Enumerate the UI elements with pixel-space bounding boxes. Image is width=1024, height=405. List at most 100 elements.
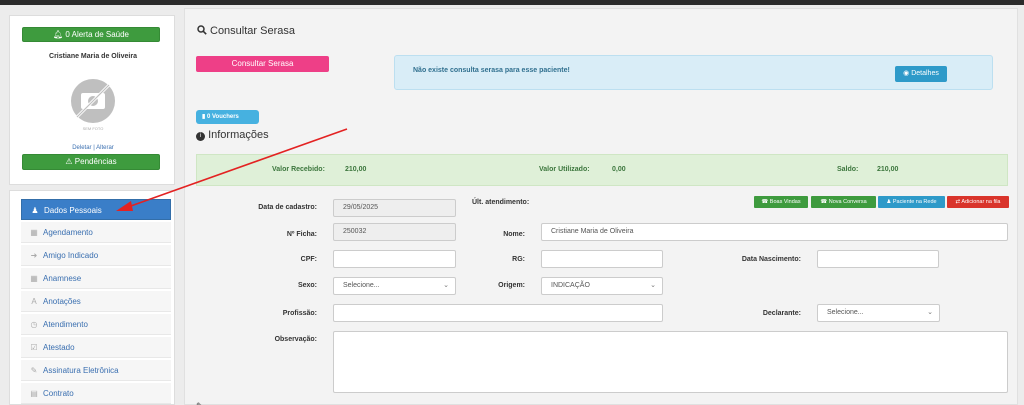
patient-network-label: Paciente na Rede <box>892 199 937 205</box>
welcome-whatsapp-button[interactable]: ☎ Boas Vindas <box>754 196 808 208</box>
balance-label: Saldo: <box>837 166 859 173</box>
pending-label: Pendências <box>74 157 117 166</box>
sexo-select[interactable]: Selecione... ⌄ <box>333 277 456 295</box>
add-queue-label: Adicionar na fila <box>961 199 1001 205</box>
sidebar-item-label: Atendimento <box>43 320 88 329</box>
ticket-icon: ▮ <box>202 114 206 120</box>
profissao-label: Profissão: <box>282 310 317 317</box>
font-icon: A <box>31 297 37 306</box>
declarante-label: Declarante: <box>762 310 801 317</box>
sidebar-item-assinatura[interactable]: ✎ Assinatura Eletrônica <box>21 360 171 381</box>
health-alert-button[interactable]: 🔔︎ 0 Alerta de Saúde <box>22 27 160 42</box>
new-conversation-button[interactable]: ☎ Nova Conversa <box>811 196 876 208</box>
link-separator: | <box>93 145 95 151</box>
warning-icon: ⚠ <box>65 157 73 166</box>
observacao-label: Observação: <box>274 336 317 343</box>
delete-photo-link[interactable]: Deletar <box>72 145 91 151</box>
chevron-down-icon: ⌄ <box>927 309 933 316</box>
details-label: Detalhes <box>911 70 939 77</box>
serasa-title: Consultar Serasa <box>197 25 295 37</box>
cadastro-date-field: 29/05/2025 <box>333 199 456 217</box>
eye-icon: ◉ <box>903 70 910 77</box>
birthdate-input[interactable] <box>817 250 939 268</box>
origem-select[interactable]: INDICAÇÃO ⌄ <box>541 277 663 295</box>
main-panel: Consultar Serasa Consultar Serasa Não ex… <box>184 8 1018 405</box>
sidebar-item-atendimento[interactable]: ◷ Atendimento <box>21 314 171 335</box>
info-title-text: Informações <box>208 129 269 141</box>
sidebar-item-contrato[interactable]: ▤ Contrato <box>21 383 171 404</box>
last-visit-label: Últ. atendimento: <box>472 199 530 206</box>
sexo-label: Sexo: <box>297 282 317 289</box>
origem-selected-value: INDICAÇÃO <box>551 282 590 289</box>
check-icon: ☑ <box>30 343 38 352</box>
sidebar-nav: ♟ Dados Pessoais ▦ Agendamento ➜ Amigo I… <box>9 190 175 405</box>
sidebar-item-label: Amigo Indicado <box>43 251 99 260</box>
change-photo-link[interactable]: Alterar <box>96 145 114 151</box>
sidebar-item-label: Atestado <box>43 343 75 352</box>
nome-label: Nome: <box>503 231 525 238</box>
profissao-input[interactable] <box>333 304 663 322</box>
rg-label: RG: <box>512 256 525 263</box>
declarante-select[interactable]: Selecione... ⌄ <box>817 304 940 322</box>
patient-name: Cristiane Maria de Oliveira <box>49 53 137 60</box>
exchange-icon: ⇄ <box>955 199 961 205</box>
welcome-label: Boas Vindas <box>769 199 801 205</box>
cpf-input[interactable] <box>333 250 456 268</box>
sidebar-item-anotacoes[interactable]: A Anotações <box>21 291 171 312</box>
birthdate-label: Data Nascimento: <box>741 256 801 263</box>
received-value: 210,00 <box>345 166 367 173</box>
cadastro-label: Data de cadastro: <box>258 204 317 211</box>
user-icon: ♟ <box>886 199 892 205</box>
avatar-caption: SEM FOTO <box>83 126 104 131</box>
sidebar-item-amigo-indicado[interactable]: ➜ Amigo Indicado <box>21 245 171 266</box>
sidebar-item-label: Assinatura Eletrônica <box>43 366 119 375</box>
add-queue-button[interactable]: ⇄ Adicionar na fila <box>947 196 1009 208</box>
clock-icon: ◷ <box>30 320 38 329</box>
sidebar-item-atestado[interactable]: ☑ Atestado <box>21 337 171 358</box>
rg-input[interactable] <box>541 250 663 268</box>
balance-value: 210,00 <box>877 166 899 173</box>
bell-icon: 🔔︎ <box>53 30 64 39</box>
chevron-down-icon: ⌄ <box>650 282 656 289</box>
received-label: Valor Recebido: <box>272 166 325 173</box>
grid-icon: ▦ <box>30 274 38 283</box>
observacao-textarea[interactable] <box>333 331 1008 393</box>
document-icon: ▤ <box>30 389 38 398</box>
sidebar-item-dados-pessoais[interactable]: ♟ Dados Pessoais <box>21 199 171 220</box>
financial-summary: Valor Recebido: 210,00 Valor Utilizado: … <box>196 154 1008 186</box>
share-icon: ➜ <box>30 251 38 260</box>
sexo-selected-value: Selecione... <box>343 282 380 289</box>
nome-input[interactable]: Cristiane Maria de Oliveira <box>541 223 1008 241</box>
sidebar-item-label: Agendamento <box>43 228 93 237</box>
pending-button[interactable]: ⚠ Pendências <box>22 154 160 170</box>
next-section-icon: ✎ <box>196 401 204 405</box>
new-conversation-label: Nova Conversa <box>828 199 867 205</box>
whatsapp-icon: ☎ <box>761 199 769 205</box>
ficha-field: 250032 <box>333 223 456 241</box>
consult-serasa-button[interactable]: Consultar Serasa <box>196 56 329 72</box>
patient-network-button[interactable]: ♟ Paciente na Rede <box>878 196 945 208</box>
info-circle-icon: i <box>196 132 205 141</box>
sidebar-item-anamnese[interactable]: ▦ Anamnese <box>21 268 171 289</box>
cpf-label: CPF: <box>300 256 317 263</box>
top-bar <box>0 0 1024 5</box>
search-icon <box>197 25 207 35</box>
sidebar-item-agendamento[interactable]: ▦ Agendamento <box>21 222 171 243</box>
serasa-info-alert: Não existe consulta serasa para esse pac… <box>394 55 993 90</box>
ficha-label: Nº Ficha: <box>286 231 317 238</box>
photo-edit-links: Deletar | Alterar <box>10 145 176 151</box>
vouchers-badge[interactable]: ▮ 0 Vouchers <box>196 110 259 124</box>
sidebar-item-label: Anamnese <box>43 274 82 283</box>
sidebar-item-label: Contrato <box>43 389 74 398</box>
whatsapp-icon: ☎ <box>820 199 828 205</box>
calendar-icon: ▦ <box>30 228 38 237</box>
origem-label: Origem: <box>498 282 525 289</box>
details-button[interactable]: ◉ Detalhes <box>895 66 947 82</box>
used-value: 0,00 <box>612 166 626 173</box>
serasa-title-text: Consultar Serasa <box>210 25 295 37</box>
used-label: Valor Utilizado: <box>539 166 590 173</box>
user-icon: ♟ <box>31 206 39 215</box>
sidebar-item-label: Dados Pessoais <box>44 206 102 215</box>
declarante-selected-value: Selecione... <box>827 309 864 316</box>
health-alert-label: 0 Alerta de Saúde <box>65 30 129 39</box>
